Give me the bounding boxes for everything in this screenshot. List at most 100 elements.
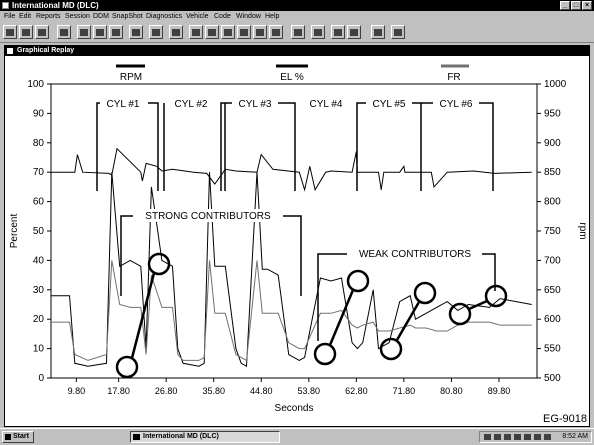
list-icon[interactable] bbox=[77, 25, 91, 39]
replay-chart: RPM EL % FR 0 10 20 30 40 50 60 70 80 90 100 500 55… bbox=[9, 64, 588, 425]
y-tick-label-right: 750 bbox=[544, 226, 561, 237]
y-axis-label-left: Percent bbox=[9, 214, 20, 249]
x-axis-label: Seconds bbox=[275, 403, 314, 414]
maximize-button[interactable]: □ bbox=[571, 1, 581, 10]
y-tick-label-right: 900 bbox=[544, 138, 561, 149]
minimize-button[interactable]: _ bbox=[560, 1, 570, 10]
taskbar: Start International MD (DLC) 8:52 AM bbox=[0, 428, 594, 445]
menu-code[interactable]: Code bbox=[214, 11, 231, 22]
strong-contributors-label: STRONG CONTRIBUTORS bbox=[145, 211, 271, 222]
record-icon[interactable] bbox=[253, 25, 267, 39]
disk-icon[interactable] bbox=[237, 25, 251, 39]
graphical-replay-window[interactable]: Graphical Replay RPM EL % FR 0 10 20 30 40 50… bbox=[4, 45, 590, 427]
meter-icon[interactable] bbox=[149, 25, 163, 39]
menu-help[interactable]: Help bbox=[265, 11, 279, 22]
x-tick-label: 89.80 bbox=[488, 386, 511, 396]
stop-icon[interactable] bbox=[391, 25, 405, 39]
inner-title-bar[interactable]: Graphical Replay bbox=[5, 46, 589, 56]
wrench-icon[interactable] bbox=[205, 25, 219, 39]
engine-icon[interactable] bbox=[189, 25, 203, 39]
y-tick-label-left: 60 bbox=[33, 197, 45, 208]
tray-shield-icon[interactable] bbox=[534, 434, 541, 440]
x-tick-label: 9.80 bbox=[68, 386, 86, 396]
app-icon[interactable] bbox=[2, 2, 9, 9]
monitor-icon[interactable] bbox=[57, 25, 71, 39]
x-tick-label: 80.80 bbox=[440, 386, 463, 396]
y-tick-label-left: 30 bbox=[33, 285, 45, 296]
bottom-axis: 9.80 17.80 26.80 35.80 44.80 53.80 62.80 71.80 8… bbox=[68, 378, 511, 396]
open-icon[interactable] bbox=[3, 25, 17, 39]
app-title-bar[interactable]: International MD (DLC) _ □ × bbox=[0, 0, 594, 11]
tray-printer-icon[interactable] bbox=[504, 434, 511, 440]
y-tick-label-right: 700 bbox=[544, 255, 561, 266]
x-tick-label: 53.80 bbox=[298, 386, 321, 396]
menu-list-icon[interactable] bbox=[129, 25, 143, 39]
save-icon[interactable] bbox=[19, 25, 33, 39]
menu-session[interactable]: Session bbox=[65, 11, 90, 22]
screen-icon[interactable] bbox=[291, 25, 305, 39]
x-tick-label: 17.80 bbox=[107, 386, 130, 396]
y-tick-label-left: 90 bbox=[33, 108, 45, 119]
close-button[interactable]: × bbox=[582, 1, 592, 10]
x-tick-label: 35.80 bbox=[202, 386, 225, 396]
taskbar-app-button[interactable]: International MD (DLC) bbox=[130, 431, 280, 443]
grid-icon[interactable] bbox=[93, 25, 107, 39]
gauge-icon[interactable] bbox=[169, 25, 183, 39]
legend-label-el: EL % bbox=[280, 72, 304, 83]
y-tick-label-right: 850 bbox=[544, 167, 561, 178]
y-tick-label-left: 50 bbox=[33, 226, 45, 237]
y-tick-label-left: 70 bbox=[33, 167, 45, 178]
y-tick-label-left: 20 bbox=[33, 314, 45, 325]
cyl5-label: CYL #5 bbox=[373, 99, 406, 110]
legend-label-fr: FR bbox=[447, 72, 460, 83]
weak-contributors-label: WEAK CONTRIBUTORS bbox=[359, 249, 471, 260]
y-tick-label-left: 100 bbox=[27, 79, 44, 90]
tray-network-icon[interactable] bbox=[484, 434, 491, 440]
menu-window[interactable]: Window bbox=[236, 11, 261, 22]
menu-file[interactable]: File bbox=[4, 11, 15, 22]
tile-icon[interactable] bbox=[331, 25, 345, 39]
app-title: International MD (DLC) bbox=[12, 1, 99, 10]
y-tick-label-right: 600 bbox=[544, 314, 561, 325]
y-tick-label-left: 0 bbox=[38, 373, 44, 384]
y-tick-label-right: 950 bbox=[544, 108, 561, 119]
plot-area bbox=[50, 83, 538, 379]
y-tick-label-right: 550 bbox=[544, 344, 561, 355]
menu-reports[interactable]: Reports bbox=[36, 11, 61, 22]
x-tick-label: 26.80 bbox=[155, 386, 178, 396]
tray-power-icon[interactable] bbox=[524, 434, 531, 440]
y-tick-label-right: 1000 bbox=[544, 79, 567, 90]
system-tray: 8:52 AM bbox=[479, 431, 592, 443]
cyl3-label: CYL #3 bbox=[239, 99, 272, 110]
window-icon[interactable] bbox=[311, 25, 325, 39]
cyl6-label: CYL #6 bbox=[440, 99, 473, 110]
menu-ddm[interactable]: DDM bbox=[93, 11, 109, 22]
start-button[interactable]: Start bbox=[2, 431, 34, 443]
windows-logo-icon bbox=[5, 434, 11, 440]
menu-snapshot[interactable]: SnapShot bbox=[112, 11, 143, 22]
table-icon[interactable] bbox=[109, 25, 123, 39]
right-axis: 500 550 600 650 700 750 800 850 900 950 1000 bbox=[537, 79, 567, 384]
tray-app-icon[interactable] bbox=[544, 434, 551, 440]
cascade-icon[interactable] bbox=[347, 25, 361, 39]
start-label: Start bbox=[13, 433, 29, 440]
menu-vehicle[interactable]: Vehicle bbox=[186, 11, 209, 22]
figure-id: EG-9018 bbox=[543, 413, 587, 425]
tray-monitor-icon[interactable] bbox=[514, 434, 521, 440]
help-icon[interactable] bbox=[371, 25, 385, 39]
menu-edit[interactable]: Edit bbox=[19, 11, 31, 22]
valve-icon[interactable] bbox=[221, 25, 235, 39]
left-axis: 0 10 20 30 40 50 60 70 80 90 100 bbox=[27, 79, 51, 384]
x-tick-label: 71.80 bbox=[393, 386, 416, 396]
chart-icon[interactable] bbox=[269, 25, 283, 39]
menu-diagnostics[interactable]: Diagnostics bbox=[146, 11, 182, 22]
tray-volume-icon[interactable] bbox=[494, 434, 501, 440]
app-task-icon bbox=[133, 434, 140, 440]
y-tick-label-left: 10 bbox=[33, 344, 45, 355]
toolbar bbox=[0, 22, 594, 43]
y-axis-label-right: rpm bbox=[577, 222, 588, 239]
print-icon[interactable] bbox=[35, 25, 49, 39]
y-tick-label-right: 800 bbox=[544, 197, 561, 208]
legend-label-rpm: RPM bbox=[120, 72, 142, 83]
cyl4-label: CYL #4 bbox=[310, 99, 343, 110]
